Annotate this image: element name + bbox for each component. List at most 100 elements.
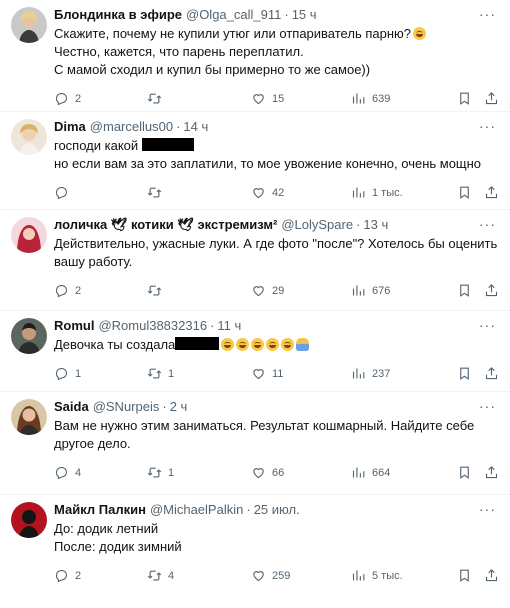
- timestamp[interactable]: 13 ч: [363, 216, 388, 233]
- retweet-button[interactable]: [147, 91, 168, 106]
- more-options-icon[interactable]: ···: [479, 6, 496, 22]
- reply-button[interactable]: 4: [54, 465, 81, 480]
- reply-button[interactable]: 2: [54, 283, 81, 298]
- bookmark-button[interactable]: [457, 91, 472, 106]
- likes-count: 15: [272, 92, 285, 105]
- tweet[interactable]: ··· Romul @Romul38832316 · 11 ч Девочка …: [0, 311, 510, 392]
- timestamp[interactable]: 2 ч: [170, 398, 188, 415]
- more-options-icon[interactable]: ···: [479, 118, 496, 134]
- author-name[interactable]: Блондинка в эфире: [54, 6, 182, 23]
- share-button[interactable]: [484, 91, 499, 106]
- views-icon: [351, 283, 366, 298]
- tweet[interactable]: ··· Saida @SNurpeis · 2 ч Вам не нужно э…: [0, 392, 510, 495]
- replies-count: 2: [75, 284, 82, 297]
- like-button[interactable]: 11: [251, 366, 283, 381]
- reply-icon: [54, 91, 69, 106]
- avatar[interactable]: [11, 318, 47, 354]
- tweet-text-line: господи какой: [54, 138, 139, 153]
- avatar[interactable]: [11, 7, 47, 43]
- action-bar: 2 15 639: [54, 91, 500, 111]
- like-button[interactable]: 259: [251, 568, 290, 583]
- share-button[interactable]: [484, 185, 499, 200]
- reply-button[interactable]: 1: [54, 366, 81, 381]
- timestamp[interactable]: 11 ч: [217, 317, 241, 334]
- laughing-emoji: [236, 338, 250, 351]
- redacted-block: [175, 337, 220, 350]
- like-icon: [251, 465, 266, 480]
- redacted-block: [141, 138, 194, 151]
- views-count: 1 тыс.: [372, 186, 403, 199]
- author-handle[interactable]: @Romul38832316: [98, 317, 207, 334]
- reply-icon: [54, 185, 69, 200]
- retweets-count: 1: [168, 466, 175, 479]
- reply-button[interactable]: [54, 185, 75, 200]
- views-button[interactable]: 5 тыс.: [351, 568, 403, 583]
- tweet[interactable]: ··· Блондинка в эфире @Olga_call_911 · 1…: [0, 0, 510, 112]
- reply-button[interactable]: 2: [54, 91, 81, 106]
- avatar[interactable]: [11, 217, 47, 253]
- author-handle[interactable]: @LolySpare: [281, 216, 353, 233]
- tweet-text-line: другое дело.: [54, 436, 131, 451]
- author-handle[interactable]: @marcellus00: [90, 118, 173, 135]
- author-handle[interactable]: @SNurpeis: [93, 398, 160, 415]
- bookmark-button[interactable]: [457, 366, 472, 381]
- share-button[interactable]: [484, 465, 499, 480]
- like-button[interactable]: 42: [251, 185, 284, 200]
- bookmark-button[interactable]: [457, 568, 472, 583]
- bookmark-button[interactable]: [457, 465, 472, 480]
- views-count: 639: [372, 92, 391, 105]
- retweet-button[interactable]: [147, 283, 168, 298]
- timestamp[interactable]: 15 ч: [292, 6, 317, 23]
- timestamp[interactable]: 25 июл.: [254, 501, 300, 518]
- tweet[interactable]: ··· лоличка 🕊 котики 🕊 экстремизм² @Loly…: [0, 210, 510, 311]
- bookmark-button[interactable]: [457, 283, 472, 298]
- author-handle[interactable]: @Olga_call_911: [186, 6, 281, 23]
- views-button[interactable]: 639: [351, 91, 390, 106]
- avatar[interactable]: [11, 119, 47, 155]
- avatar[interactable]: [11, 399, 47, 435]
- bookmark-icon: [457, 91, 472, 106]
- more-options-icon[interactable]: ···: [479, 501, 496, 517]
- likes-count: 11: [272, 367, 284, 380]
- timestamp[interactable]: 14 ч: [183, 118, 208, 135]
- views-button[interactable]: 664: [351, 465, 390, 480]
- likes-count: 29: [272, 284, 285, 297]
- share-icon: [484, 283, 499, 298]
- views-button[interactable]: 237: [351, 366, 390, 381]
- bookmark-button[interactable]: [457, 185, 472, 200]
- like-button[interactable]: 29: [251, 283, 284, 298]
- separator: ·: [284, 7, 289, 22]
- like-icon: [251, 91, 266, 106]
- share-button[interactable]: [484, 366, 499, 381]
- more-options-icon[interactable]: ···: [479, 317, 496, 333]
- avatar[interactable]: [11, 502, 47, 538]
- tweet-text-line: вашу работу.: [54, 254, 133, 269]
- separator: ·: [176, 119, 181, 134]
- tweet-text: Вам не нужно этим заниматься. Результат …: [54, 417, 500, 453]
- laughing-emoji: [221, 338, 235, 351]
- tweet-text: Действительно, ужасные луки. А где фото …: [54, 235, 500, 271]
- views-button[interactable]: 676: [351, 283, 390, 298]
- author-name[interactable]: Saida: [54, 398, 89, 415]
- retweet-button[interactable]: [147, 185, 168, 200]
- views-button[interactable]: 1 тыс.: [351, 185, 403, 200]
- tweet[interactable]: ··· Dima @marcellus00 · 14 ч господи как…: [0, 112, 510, 210]
- more-options-icon[interactable]: ···: [479, 398, 496, 414]
- author-name[interactable]: Romul: [54, 317, 94, 334]
- author-name[interactable]: лоличка 🕊 котики 🕊 экстремизм²: [54, 216, 277, 233]
- like-button[interactable]: 66: [251, 465, 284, 480]
- like-button[interactable]: 15: [251, 91, 284, 106]
- author-handle[interactable]: @MichaelPalkin: [150, 501, 243, 518]
- retweet-button[interactable]: 1: [147, 366, 174, 381]
- tweet[interactable]: ··· Майкл Палкин @MichaelPalkin · 25 июл…: [0, 495, 510, 608]
- share-button[interactable]: [484, 568, 499, 583]
- retweet-button[interactable]: 4: [147, 568, 174, 583]
- bookmark-icon: [457, 366, 472, 381]
- reply-button[interactable]: 2: [54, 568, 81, 583]
- more-options-icon[interactable]: ···: [479, 216, 496, 232]
- author-name[interactable]: Dima: [54, 118, 86, 135]
- author-name[interactable]: Майкл Палкин: [54, 501, 146, 518]
- retweet-button[interactable]: 1: [147, 465, 174, 480]
- views-count: 237: [372, 367, 391, 380]
- share-button[interactable]: [484, 283, 499, 298]
